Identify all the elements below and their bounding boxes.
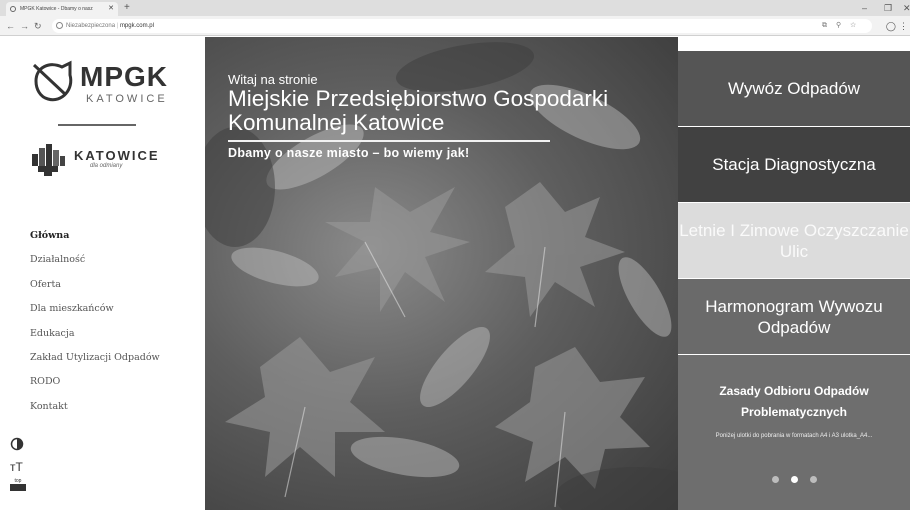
main-nav: Główna Działalność Oferta Dla mieszkańcó…: [30, 224, 160, 419]
zoom-icon[interactable]: ⚲: [836, 19, 841, 33]
security-label: Niezabezpieczona: [66, 23, 116, 29]
nav-item-kontakt[interactable]: Kontakt: [30, 395, 160, 419]
city-name: KATOWICE: [74, 148, 160, 163]
city-tagline: dla odmiany: [90, 163, 123, 169]
maximize-icon[interactable]: ❐: [884, 1, 892, 15]
translate-icon[interactable]: ⧉: [822, 19, 827, 33]
news-description: Poniżej ulotki do pobrania w formatach A…: [715, 433, 873, 439]
tab-title: MPGK Katowice - Dbamy o nasz: [20, 6, 93, 12]
close-tab-icon[interactable]: ✕: [108, 2, 114, 16]
carousel-dot[interactable]: [771, 476, 779, 483]
carousel-dots: [678, 470, 910, 488]
news-title[interactable]: Zasady Odbioru Odpadów Problematycznych: [688, 381, 900, 423]
tile-harmonogram[interactable]: Harmonogram Wywozu Odpadów: [678, 279, 910, 354]
hero-welcome: Witaj na stronie: [228, 72, 318, 87]
browser-toolbar: ← → ↻ Niezabezpieczona | mpgk.com.pl ⧉ ⚲…: [0, 16, 910, 36]
carousel-dot[interactable]: [809, 476, 817, 483]
nav-item-glowna[interactable]: Główna: [30, 224, 160, 248]
new-tab-button[interactable]: +: [124, 2, 130, 14]
news-carousel: Zasady Odbioru Odpadów Problematycznych …: [678, 355, 910, 510]
scroll-top-button[interactable]: top: [10, 478, 26, 491]
katowice-skyline-icon: [32, 144, 65, 176]
forward-icon[interactable]: →: [20, 19, 29, 33]
minimize-icon[interactable]: –: [862, 1, 867, 15]
contrast-icon[interactable]: [10, 437, 24, 451]
menu-icon[interactable]: ⋮: [899, 19, 908, 33]
mpgk-leaf-icon: [32, 60, 73, 102]
nav-item-rodo[interactable]: RODO: [30, 370, 160, 394]
hero-slogan: Dbamy o nasze miasto – bo wiemy jak!: [228, 146, 470, 160]
tile-oczyszczanie-ulic[interactable]: Letnie I Zimowe Oczyszczanie Ulic: [678, 203, 910, 278]
browser-tab[interactable]: MPGK Katowice - Dbamy o nasz ✕: [6, 2, 118, 16]
address-bar[interactable]: Niezabezpieczona | mpgk.com.pl ⧉ ⚲ ☆: [52, 19, 872, 33]
favicon-icon: [10, 6, 16, 12]
top-bar-icon: [10, 484, 26, 491]
nav-item-zaklad-utylizacji[interactable]: Zakład Utylizacji Odpadów: [30, 346, 160, 370]
mpgk-logo[interactable]: MPGK KATOWICE: [30, 55, 167, 105]
browser-tab-strip: MPGK Katowice - Dbamy o nasz ✕ + – ❐ ✕: [0, 0, 910, 16]
katowice-logo[interactable]: KATOWICE dla odmiany: [30, 142, 160, 182]
tile-stacja-diagnostyczna[interactable]: Stacja Diagnostyczna: [678, 127, 910, 202]
font-size-icon[interactable]: тT: [10, 460, 23, 474]
nav-item-dzialalnosc[interactable]: Działalność: [30, 248, 160, 272]
logo-name: MPGK: [80, 61, 168, 92]
tile-wywoz-odpadow[interactable]: Wywóz Odpadów: [678, 51, 910, 126]
url-text: mpgk.com.pl: [119, 23, 154, 29]
star-icon[interactable]: ☆: [850, 19, 856, 33]
profile-icon[interactable]: ◯: [886, 19, 896, 33]
logo-divider: [58, 124, 136, 126]
hero-banner: Witaj na stronie Miejskie Przedsiębiorst…: [205, 37, 678, 510]
nav-item-oferta[interactable]: Oferta: [30, 273, 160, 297]
nav-item-edukacja[interactable]: Edukacja: [30, 322, 160, 346]
info-icon[interactable]: [56, 22, 63, 29]
service-tiles: Wywóz Odpadów Stacja Diagnostyczna Letni…: [678, 37, 910, 510]
hero-title: Miejskie Przedsiębiorstwo Gospodarki Kom…: [228, 86, 609, 135]
reload-icon[interactable]: ↻: [34, 19, 42, 33]
nav-item-dla-mieszkancow[interactable]: Dla mieszkańców: [30, 297, 160, 321]
logo-sub: KATOWICE: [86, 93, 168, 105]
close-window-icon[interactable]: ✕: [903, 1, 910, 15]
sidebar: MPGK KATOWICE KATOWICE dla odmiany Główn…: [0, 37, 205, 510]
back-icon[interactable]: ←: [6, 19, 15, 33]
carousel-dot-active[interactable]: [790, 476, 798, 483]
hero-divider: [228, 140, 550, 142]
